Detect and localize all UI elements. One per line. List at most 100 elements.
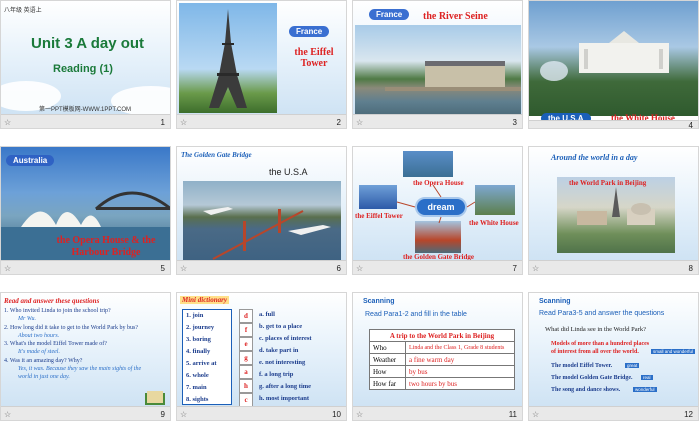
- slide-thumbnail-3[interactable]: France the River Seine ☆ 3: [352, 0, 523, 129]
- question-list: 1. Who invited Linda to join the school …: [4, 307, 169, 382]
- question: 2. How long did it take to get to the Wo…: [4, 324, 139, 331]
- answer-tag: wonderful: [633, 387, 657, 392]
- golden-gate-bridge-icon: [203, 207, 331, 260]
- slide-thumbnail-1[interactable]: 八年级 英语上 Unit 3 A day out Reading (1) 第一P…: [0, 0, 171, 129]
- slide-thumbnail-5[interactable]: Australia the Opera House & the Harbour …: [0, 146, 171, 275]
- slide-sorter-grid: 八年级 英语上 Unit 3 A day out Reading (1) 第一P…: [0, 0, 700, 432]
- slide-number: 12: [684, 410, 693, 419]
- word: 7. main: [186, 384, 207, 391]
- eiffel-tower-photo: [179, 3, 277, 113]
- golden-gate-photo: [183, 181, 341, 261]
- book-icon: [145, 391, 165, 405]
- answer: Yes, it was. Because they saw the main s…: [18, 366, 142, 381]
- slide-number: 9: [160, 410, 165, 419]
- slide-number: 5: [160, 264, 165, 273]
- slide-number: 8: [688, 264, 693, 273]
- word: 5. arrive at: [186, 360, 217, 367]
- question: 4. Was it an amazing day? Why?: [4, 357, 83, 364]
- answer: Models of more than a hundred places of …: [551, 341, 650, 355]
- slide-subtitle: Reading (1): [53, 63, 113, 75]
- match-letter: f: [239, 323, 253, 337]
- word: 1. join: [186, 312, 204, 319]
- slide-number: 6: [336, 264, 341, 273]
- slide-heading: Mini dictionary: [180, 296, 229, 304]
- slide-thumbnail-9[interactable]: Read and answer these questions 1. Who i…: [0, 292, 171, 421]
- match-letter: h: [239, 379, 253, 393]
- eiffel-tower-icon: [209, 9, 247, 108]
- definition: c. places of interest: [259, 335, 312, 342]
- slide-number: 4: [688, 121, 693, 129]
- star-icon: ☆: [4, 410, 12, 419]
- landmark-label: the River Seine: [423, 11, 488, 22]
- table-cell[interactable]: Linda and the Class 1, Grade 8 students: [405, 341, 515, 354]
- slide-thumbnail-8[interactable]: Around the world in a day the World Park…: [528, 146, 699, 275]
- slide-thumbnail-2[interactable]: France the Eiffel Tower ☆ 2: [176, 0, 347, 129]
- slide-thumbnail-12[interactable]: Scanning Read Para3-5 and answer the que…: [528, 292, 699, 421]
- match-letter: a: [239, 365, 253, 379]
- question: 3. What's the model Eiffel Tower made of…: [4, 341, 107, 348]
- slide-heading: Read and answer these questions: [4, 297, 100, 305]
- country-label: the U.S.A: [269, 167, 308, 177]
- answer-tag: great: [625, 363, 640, 368]
- match-letter: g: [239, 351, 253, 365]
- table-cell: How: [369, 365, 406, 378]
- slide-number: 7: [512, 264, 517, 273]
- star-icon: ☆: [180, 264, 188, 273]
- star-icon: ☆: [356, 264, 364, 273]
- slide-thumbnail-7[interactable]: the Opera House the Eiffel Tower dream t…: [352, 146, 523, 275]
- table-row: How by bus: [369, 365, 515, 378]
- slide-thumbnail-6[interactable]: The Golden Gate Bridge the U.S.A ☆ 6: [176, 146, 347, 275]
- world-park-icon: [577, 187, 655, 225]
- white-house-photo: [529, 1, 698, 116]
- table-cell[interactable]: two hours by bus: [405, 377, 515, 390]
- definition: g. after a long time: [259, 383, 312, 390]
- definition: h. most important: [259, 395, 310, 402]
- star-icon: ☆: [4, 264, 12, 273]
- definition: a. full: [259, 311, 275, 318]
- slide-thumbnail-10[interactable]: Mini dictionary 1. join 2. journey 3. bori…: [176, 292, 347, 421]
- mindmap-connectors: [396, 184, 476, 224]
- definition: b. get to a place: [259, 323, 303, 330]
- slide-number: 10: [332, 410, 341, 419]
- table-cell[interactable]: by bus: [405, 365, 515, 378]
- table-cell[interactable]: a fine warm day: [405, 353, 515, 366]
- river-seine-photo: [355, 25, 521, 115]
- country-badge: Australia: [6, 155, 55, 166]
- landmark-label: the Eiffel Tower: [294, 47, 334, 69]
- star-icon: ☆: [4, 118, 12, 127]
- world-park-photo: [557, 177, 675, 253]
- slide-heading: Scanning: [539, 298, 571, 305]
- slide-footer: ☆ 6: [177, 260, 346, 274]
- word: 2. journey: [186, 324, 215, 331]
- watermark: 第一PPT模板网-WWW.1PPT.COM: [39, 107, 131, 113]
- instruction: Read Para1-2 and fill in the table: [365, 311, 467, 318]
- white-house-icon: [540, 31, 669, 81]
- match-letter: d: [239, 309, 253, 323]
- slide-footer: ☆ 11: [353, 406, 522, 420]
- answer: The song and dance shows.: [551, 387, 621, 393]
- word-list: 1. join 2. journey 3. boring 4. finally 5. a…: [182, 309, 232, 405]
- table-row: How far two hours by bus: [369, 377, 515, 390]
- answer-tag: small and wonderful: [651, 349, 696, 354]
- star-icon: ☆: [356, 410, 364, 419]
- table-row: Who Linda and the Class 1, Grade 8 studen…: [369, 341, 515, 354]
- slide-thumbnail-11[interactable]: Scanning Read Para1-2 and fill in the ta…: [352, 292, 523, 421]
- star-icon: ☆: [180, 118, 188, 127]
- slide-footer: ☆ 12: [529, 406, 698, 420]
- country-badge: France: [369, 9, 410, 20]
- answer: Mr Wu.: [18, 316, 36, 323]
- slide-title: Unit 3 A day out: [31, 35, 145, 52]
- match-letters: dfegahcb: [239, 309, 253, 420]
- slide-thumbnail-4[interactable]: the U.S.A the White House 4: [528, 0, 699, 129]
- word: 3. boring: [186, 336, 211, 343]
- question: 1. Who invited Linda to join the school …: [4, 308, 111, 314]
- table-title: A trip to the World Park in Beijing: [369, 329, 515, 342]
- table-row: Weather a fine warm day: [369, 353, 515, 366]
- answer: About two hours.: [18, 332, 60, 339]
- definition: d. take part in: [259, 347, 299, 354]
- landmark-label: the Opera House & the Harbour Bridge: [56, 235, 156, 258]
- slide-footer: ☆ 10: [177, 406, 346, 420]
- star-icon: ☆: [532, 264, 540, 273]
- slide-footer: ☆ 5: [1, 260, 170, 274]
- definition: e. not interesting: [259, 359, 306, 366]
